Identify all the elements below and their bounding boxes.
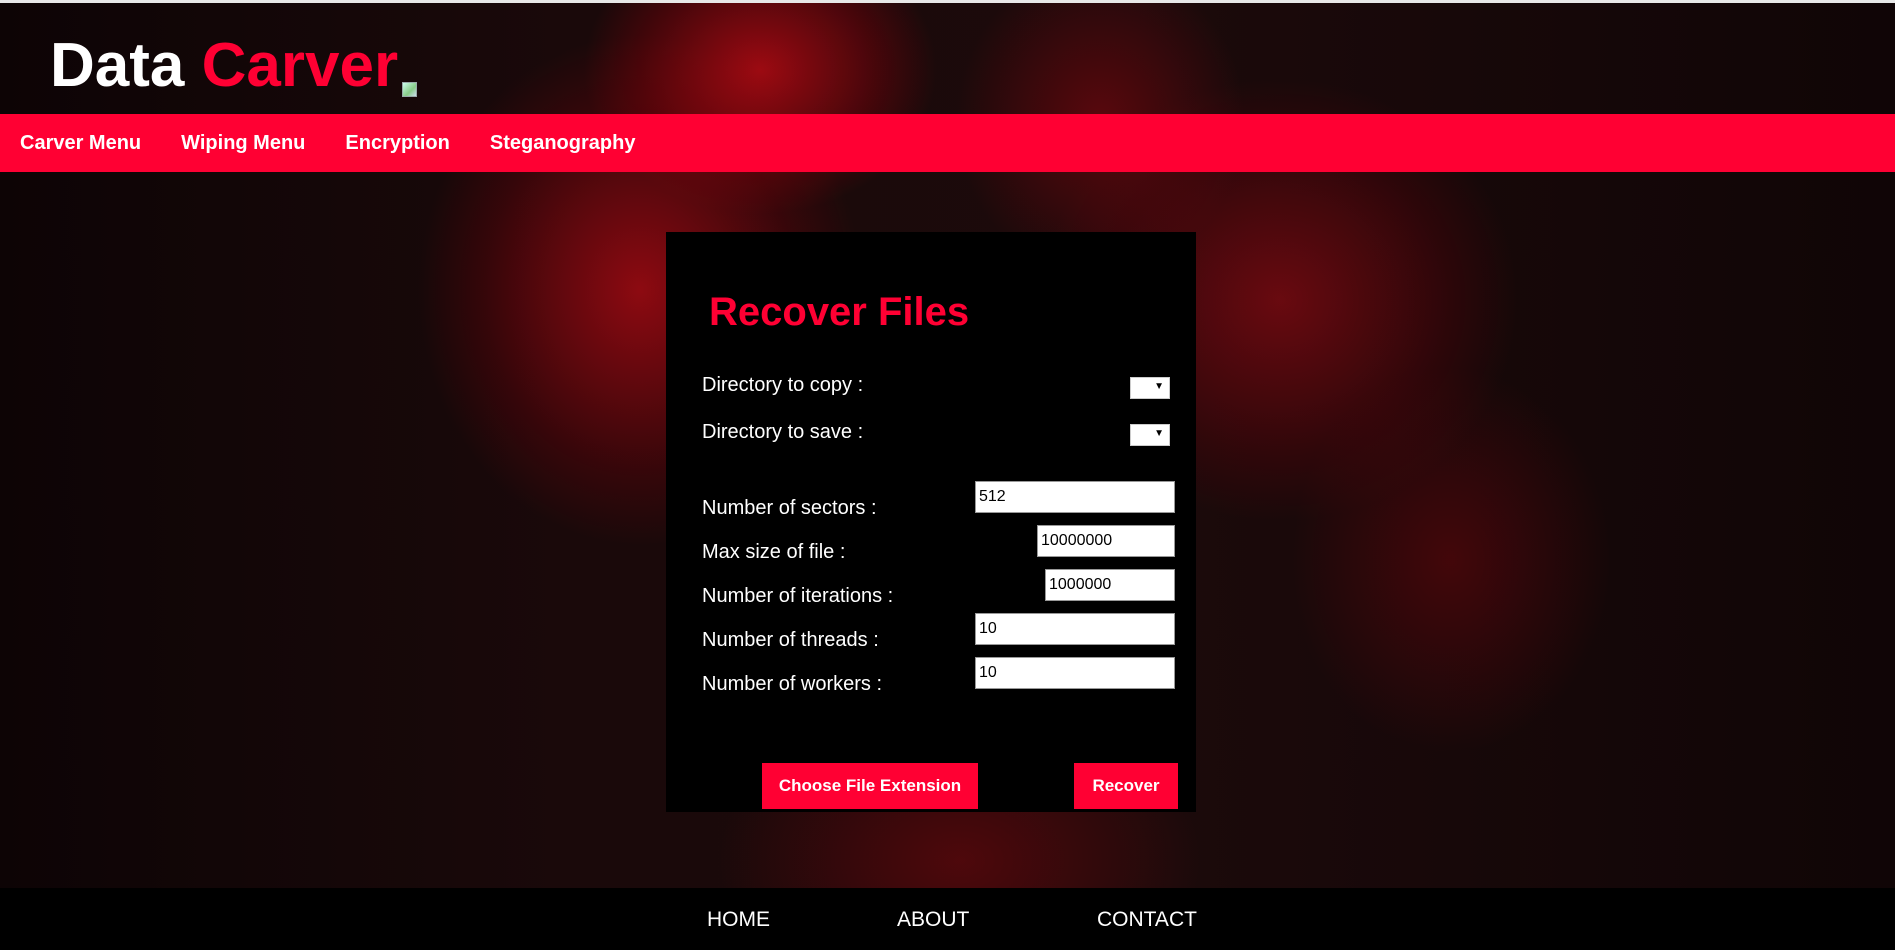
footer-about-link[interactable]: ABOUT — [897, 908, 969, 932]
threads-label: Number of threads : — [702, 629, 879, 651]
copy-dir-label: Directory to copy : — [702, 374, 864, 396]
iterations-input[interactable] — [1045, 569, 1175, 601]
nav-steganography[interactable]: Steganography — [490, 132, 636, 155]
save-dir-select[interactable] — [1130, 424, 1170, 446]
footer-contact-link[interactable]: CONTACT — [1097, 908, 1197, 932]
panel-title: Recover Files — [709, 290, 970, 334]
footer: HOME ABOUT CONTACT — [0, 888, 1895, 950]
main-navbar: Carver Menu Wiping Menu Encryption Stega… — [0, 114, 1895, 172]
broken-image-icon — [400, 80, 418, 98]
sectors-input[interactable] — [975, 481, 1175, 513]
sectors-label: Number of sectors : — [702, 497, 877, 519]
nav-encryption[interactable]: Encryption — [345, 132, 449, 155]
max-size-input[interactable] — [1037, 525, 1175, 557]
max-size-label: Max size of file : — [702, 541, 846, 563]
iterations-label: Number of iterations : — [702, 585, 894, 607]
footer-home-link[interactable]: HOME — [707, 908, 770, 932]
nav-carver-menu[interactable]: Carver Menu — [20, 132, 141, 155]
threads-input[interactable] — [975, 613, 1175, 645]
workers-label: Number of workers : — [702, 673, 883, 695]
site-logo: Data Carver — [50, 30, 418, 102]
workers-input[interactable] — [975, 657, 1175, 689]
recover-button[interactable]: Recover — [1074, 763, 1178, 809]
choose-file-extension-button[interactable]: Choose File Extension — [762, 763, 978, 809]
top-border — [0, 0, 1895, 3]
save-dir-label: Directory to save : — [702, 421, 864, 443]
recover-files-panel: Recover Files Directory to copy : Direct… — [666, 232, 1196, 812]
logo-text-red: Carver — [201, 31, 399, 100]
copy-dir-select[interactable] — [1130, 377, 1170, 399]
logo-text-white: Data — [50, 31, 202, 100]
nav-wiping-menu[interactable]: Wiping Menu — [181, 132, 305, 155]
